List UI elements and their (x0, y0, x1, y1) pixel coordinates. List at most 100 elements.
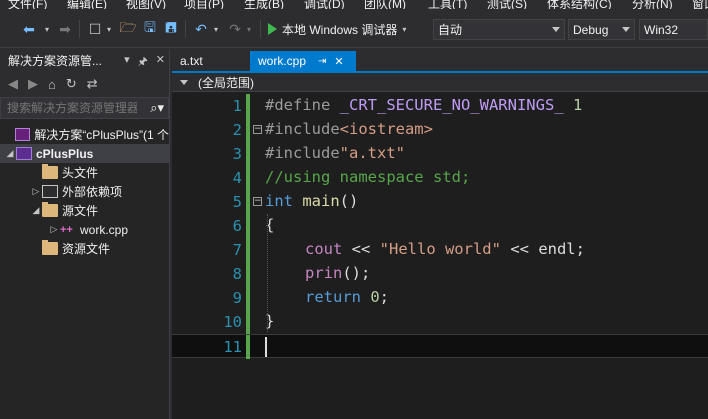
folder-icon (42, 240, 58, 255)
menu-tools[interactable]: 工具(T) (428, 0, 467, 9)
home-icon[interactable]: ⌂ (48, 77, 56, 92)
platform-select[interactable]: Win32 (639, 19, 708, 40)
change-marker (246, 94, 250, 118)
code-token: #include (265, 120, 340, 138)
tree-item-external-deps[interactable]: ▷ 外部依赖项 (0, 182, 169, 201)
folder-icon (42, 202, 58, 217)
configuration-select[interactable]: Debug (568, 19, 635, 40)
code-token: prin (305, 264, 343, 282)
sync-icon[interactable]: ↻ (66, 76, 77, 92)
code-token: 1 (563, 96, 583, 114)
forward-icon[interactable]: ▶ (28, 76, 38, 92)
menu-view[interactable]: 视图(V) (126, 0, 166, 9)
panel-menu-icon[interactable]: ▾ (124, 53, 130, 72)
menu-team[interactable]: 团队(M) (364, 0, 406, 9)
solution-explorer-header: 解决方案资源管... ▾ 🖈 ✕ (0, 49, 169, 71)
tree-item-resource-files[interactable]: 资源文件 (0, 239, 169, 258)
tab-work-cpp[interactable]: work.cpp ⇥ ✕ (250, 51, 356, 71)
text-cursor (265, 337, 267, 357)
search-icon[interactable]: ⌕▾ (150, 100, 164, 116)
forward-icon[interactable]: ➡ (56, 19, 74, 39)
tree-item-header-files[interactable]: 头文件 (0, 163, 169, 182)
back-icon[interactable]: ◀ (8, 76, 18, 92)
tree-item-label: 资源文件 (62, 242, 111, 256)
run-dropdown-icon[interactable]: ▾ (402, 25, 406, 34)
menu-test[interactable]: 测试(S) (487, 0, 527, 9)
tab-a-txt[interactable]: a.txt (172, 51, 246, 71)
back-icon[interactable]: ⬅ (18, 19, 40, 39)
tree-item-work-cpp[interactable]: ▷ ++ work.cpp (0, 220, 169, 239)
save-icon[interactable]: 🖫 (141, 19, 159, 39)
code-token: << (500, 240, 539, 258)
collapse-arrow-icon[interactable]: ◢ (4, 148, 16, 159)
tree-item-source-files[interactable]: ◢ 源文件 (0, 201, 169, 220)
current-code-line[interactable]: 11 (172, 334, 708, 359)
back-dropdown-icon[interactable]: ▾ (42, 19, 52, 39)
chevron-down-icon (622, 27, 630, 32)
switch-views-icon[interactable]: ⇄ (87, 76, 98, 92)
menu-build[interactable]: 生成(B) (244, 0, 284, 9)
run-debugger-button[interactable]: 本地 Windows 调试器 ▾ (268, 19, 406, 39)
code-token: << (342, 240, 380, 258)
code-editor[interactable]: 1 #define _CRT_SECURE_NO_WARNINGS_ 1 2 −… (172, 92, 708, 419)
pin-icon[interactable]: ⇥ (318, 56, 326, 67)
code-line[interactable]: 9 return 0; (172, 286, 708, 310)
code-line[interactable]: 1 #define _CRT_SECURE_NO_WARNINGS_ 1 (172, 94, 708, 118)
code-token: 0 (361, 288, 380, 306)
collapse-icon[interactable]: − (253, 125, 262, 134)
run-debugger-label: 本地 Windows 调试器 (282, 22, 398, 37)
collapse-arrow-icon[interactable]: ◢ (30, 205, 42, 216)
change-marker (246, 118, 250, 142)
code-line[interactable]: 8 prin(); (172, 262, 708, 286)
tree-item-label: 源文件 (62, 204, 99, 218)
code-line[interactable]: 10 } (172, 310, 708, 334)
solution-search-box[interactable]: ⌕▾ (0, 97, 169, 119)
open-folder-icon[interactable]: 🗁 (119, 19, 137, 39)
menu-architecture[interactable]: 体系结构(C) (547, 0, 612, 9)
new-item-icon[interactable]: ☐ (86, 19, 104, 39)
expand-arrow-icon[interactable]: ▷ (48, 224, 60, 235)
code-line[interactable]: 5 − int main() (172, 190, 708, 214)
change-marker (246, 262, 250, 286)
menu-debug[interactable]: 调试(D) (304, 0, 345, 9)
solution-search-input[interactable] (7, 101, 137, 115)
code-token: "Hello world" (379, 240, 501, 258)
menu-file[interactable]: 文件(F) (8, 0, 47, 9)
pin-icon[interactable]: 🖈 (138, 53, 148, 72)
debug-target-value: 自动 (438, 23, 463, 37)
close-icon[interactable]: ✕ (156, 53, 165, 72)
expand-arrow-icon[interactable]: ▷ (30, 186, 42, 197)
debug-target-select[interactable]: 自动 (433, 19, 565, 40)
menu-edit[interactable]: 编辑(E) (67, 0, 107, 9)
undo-dropdown-icon[interactable]: ▾ (211, 19, 221, 39)
line-number: 4 (232, 169, 242, 187)
collapse-icon[interactable]: − (253, 197, 262, 206)
menu-analyze[interactable]: 分析(N) (632, 0, 673, 9)
redo-icon[interactable]: ↷ (226, 19, 244, 39)
code-line[interactable]: 7 cout << "Hello world" << endl; (172, 238, 708, 262)
scope-select[interactable]: (全局范围) (172, 73, 708, 92)
redo-dropdown-icon[interactable]: ▾ (244, 19, 254, 39)
code-line[interactable]: 2 − #include<iostream> (172, 118, 708, 142)
change-marker (246, 335, 250, 359)
code-line[interactable]: 6 { (172, 214, 708, 238)
code-line[interactable]: 4 //using namespace std; (172, 166, 708, 190)
code-token: //using namespace std; (265, 168, 471, 186)
tree-item-solution[interactable]: 解决方案“cPlusPlus”(1 个 (0, 125, 169, 144)
undo-icon[interactable]: ↶ (192, 19, 210, 39)
save-all-icon[interactable]: 🖪 (162, 19, 180, 39)
close-icon[interactable]: ✕ (334, 55, 343, 68)
project-icon (16, 147, 32, 160)
editor-tab-bar: a.txt work.cpp ⇥ ✕ (172, 49, 708, 71)
line-number: 9 (232, 289, 242, 307)
code-token: int (265, 192, 303, 210)
code-line[interactable]: 3 #include"a.txt" (172, 142, 708, 166)
menu-window[interactable]: 窗口 (692, 0, 708, 9)
menu-bar: 文件(F) 编辑(E) 视图(V) 项目(P) 生成(B) 调试(D) 团队(M… (0, 0, 708, 9)
menu-project[interactable]: 项目(P) (184, 0, 224, 9)
tree-item-project[interactable]: ◢ cPlusPlus (0, 144, 169, 163)
tree-item-label: 解决方案“cPlusPlus”(1 个 (34, 128, 169, 142)
new-item-dropdown-icon[interactable]: ▾ (104, 19, 114, 39)
change-marker (246, 214, 250, 238)
configuration-value: Debug (573, 22, 609, 37)
